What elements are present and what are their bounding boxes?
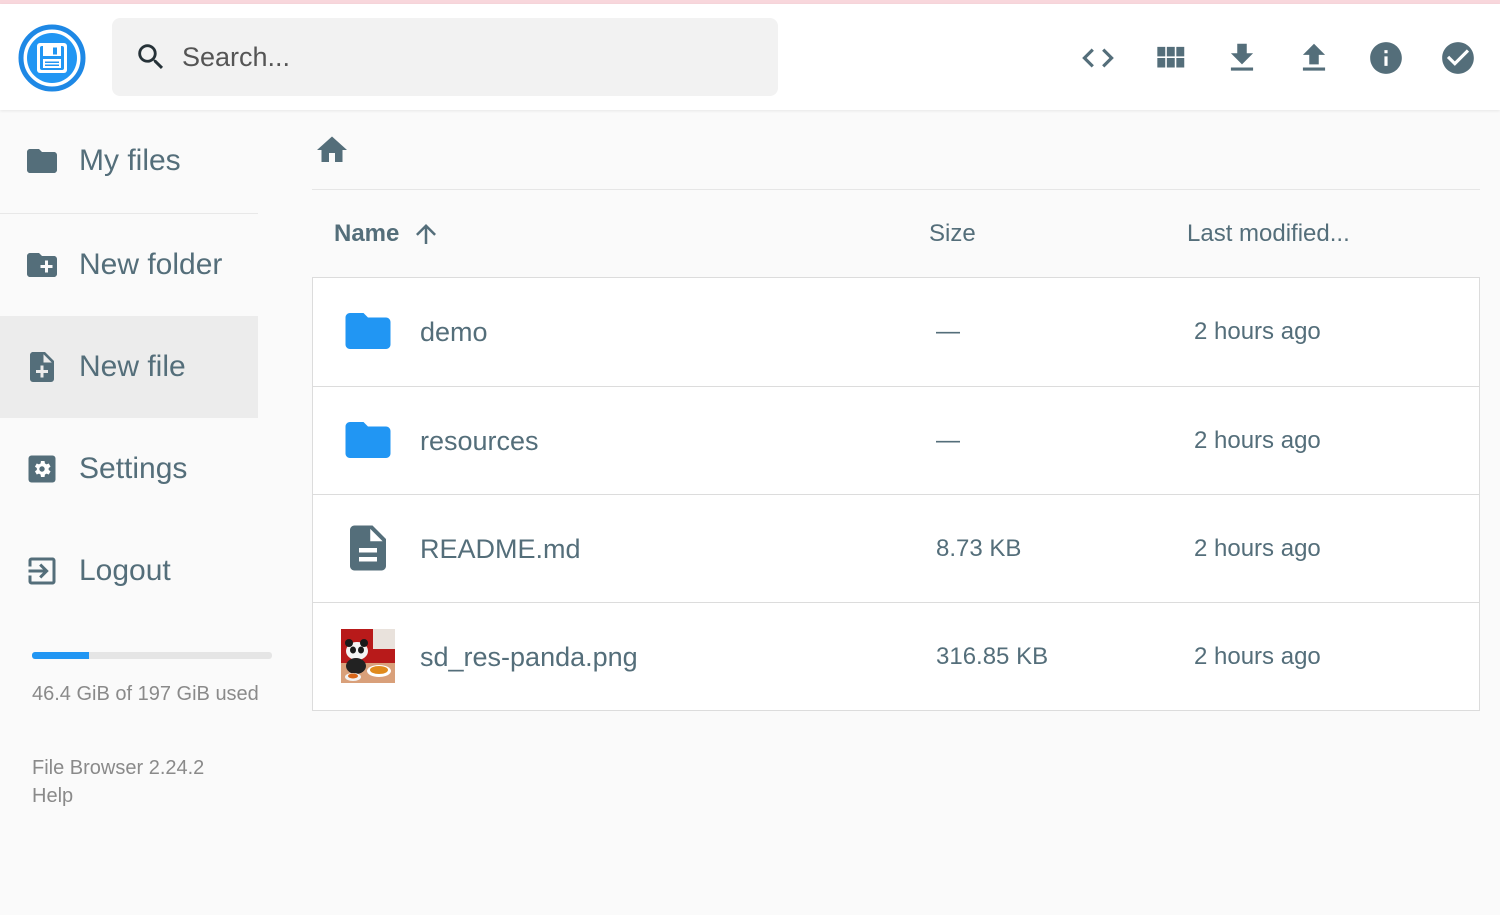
version-link[interactable]: File Browser 2.24.2 <box>32 754 204 782</box>
header-actions <box>1062 34 1494 82</box>
home-icon[interactable] <box>314 132 350 168</box>
grid-view-icon <box>1157 46 1185 68</box>
file-name: resources <box>420 425 539 456</box>
size-column-header[interactable]: Size <box>929 190 976 277</box>
document-icon <box>350 525 386 571</box>
info-icon <box>1370 42 1402 74</box>
storage-usage-fill <box>32 652 89 659</box>
storage-usage-bar <box>32 652 272 659</box>
upload-button[interactable] <box>1278 34 1350 82</box>
file-row[interactable]: resources — 2 hours ago <box>313 386 1479 494</box>
file-size: 316.85 KB <box>936 643 1049 670</box>
credits: File Browser 2.24.2 Help <box>32 754 204 810</box>
help-link[interactable]: Help <box>32 782 204 810</box>
file-modified: 2 hours ago <box>1194 643 1321 670</box>
file-modified: 2 hours ago <box>1194 535 1321 562</box>
file-row[interactable]: demo — 2 hours ago <box>313 278 1479 386</box>
sidebar-item-label: My files <box>79 144 181 177</box>
file-size: — <box>936 318 960 345</box>
file-size: 8.73 KB <box>936 535 1022 562</box>
new-folder-icon <box>27 253 57 277</box>
folder-icon <box>345 422 391 458</box>
modified-column-header[interactable]: Last modified... <box>1187 190 1350 277</box>
folder-icon <box>345 313 391 349</box>
sidebar-item-new-file[interactable]: New file <box>0 316 258 418</box>
sidebar-item-my-files[interactable]: My files <box>0 110 258 212</box>
file-size: — <box>936 427 960 454</box>
upload-icon <box>1302 43 1326 71</box>
switch-view-button[interactable] <box>1134 34 1206 82</box>
select-multiple-button[interactable] <box>1422 34 1494 82</box>
logout-icon <box>28 557 56 585</box>
toggle-code-button[interactable] <box>1062 34 1134 82</box>
file-listing: Name Size Last modified... demo — 2 hour… <box>312 110 1480 711</box>
filebrowser-logo-icon[interactable] <box>18 24 86 92</box>
storage-usage: 46.4 GiB of 197 GiB used <box>32 652 272 706</box>
code-toggle-icon <box>1082 48 1114 68</box>
table-header: Name Size Last modified... <box>312 190 1480 277</box>
search-input[interactable] <box>182 41 742 73</box>
check-circle-icon <box>1442 42 1474 74</box>
download-button[interactable] <box>1206 34 1278 82</box>
sidebar-item-label: New folder <box>79 248 223 281</box>
file-list: demo — 2 hours ago resources — 2 hours a… <box>312 277 1480 711</box>
file-name: demo <box>420 316 488 347</box>
sidebar-item-label: New file <box>79 350 186 383</box>
search-icon <box>138 44 164 70</box>
download-icon <box>1230 43 1254 71</box>
settings-icon <box>28 455 56 483</box>
sidebar-item-new-folder[interactable]: New folder <box>0 214 258 316</box>
info-button[interactable] <box>1350 34 1422 82</box>
sidebar-item-label: Settings <box>79 452 188 485</box>
sidebar-item-logout[interactable]: Logout <box>0 520 258 622</box>
storage-usage-text: 46.4 GiB of 197 GiB used <box>32 683 259 705</box>
name-column-header[interactable]: Name <box>334 190 441 277</box>
file-row[interactable]: sd_res-panda.png 316.85 KB 2 hours ago <box>313 602 1479 710</box>
sidebar-item-label: Logout <box>79 554 171 587</box>
arrow-up-icon <box>416 223 437 244</box>
search-bar[interactable] <box>112 18 778 96</box>
new-file-icon <box>30 352 54 382</box>
sidebar: My files New folder New file Settings Lo… <box>0 110 290 915</box>
sidebar-item-settings[interactable]: Settings <box>0 418 258 520</box>
file-modified: 2 hours ago <box>1194 427 1321 454</box>
folder-icon <box>27 149 57 173</box>
name-header-label: Name <box>334 219 400 247</box>
file-row[interactable]: README.md 8.73 KB 2 hours ago <box>313 494 1479 602</box>
file-modified: 2 hours ago <box>1194 318 1321 345</box>
file-name: README.md <box>420 533 581 564</box>
top-header <box>0 4 1500 110</box>
image-thumbnail <box>341 629 395 683</box>
breadcrumb <box>312 110 1480 190</box>
file-name: sd_res-panda.png <box>420 641 638 672</box>
